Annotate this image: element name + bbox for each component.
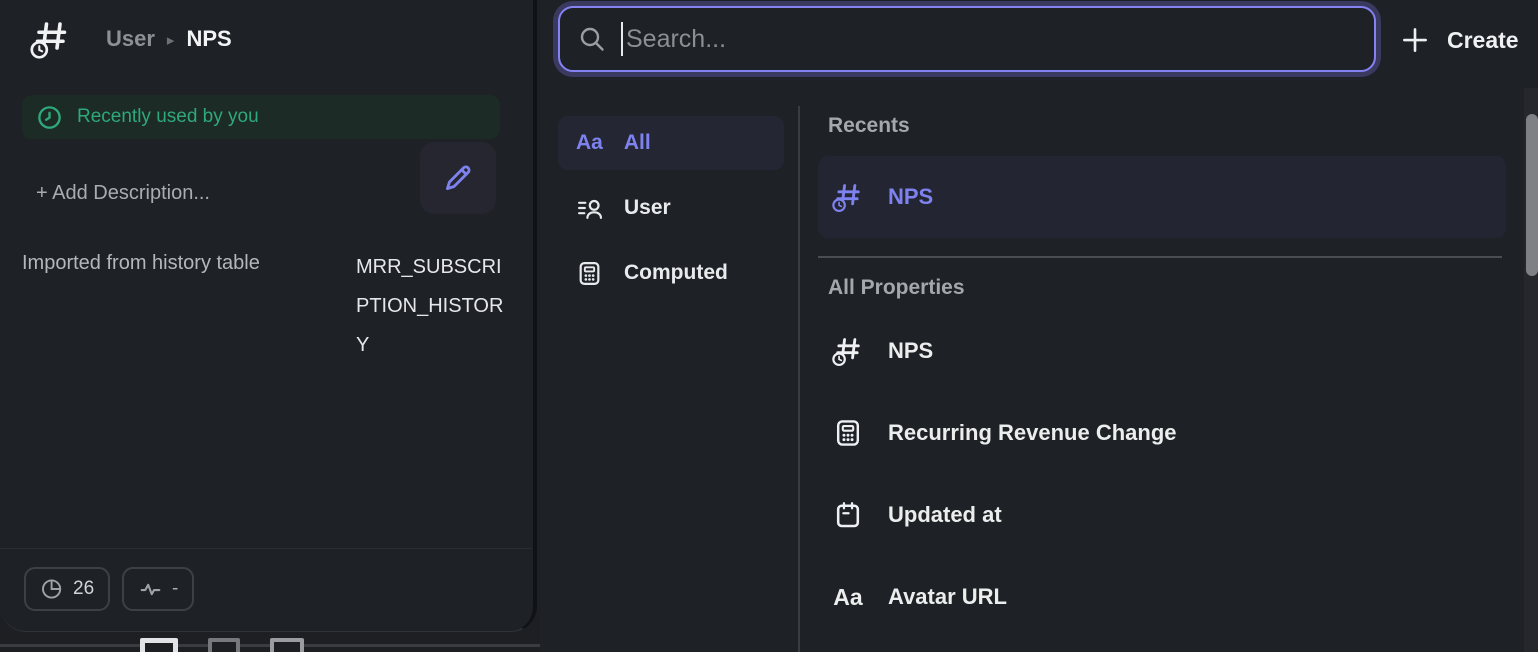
property-item-avatar-url[interactable]: Aa Avatar URL <box>818 556 1506 638</box>
number-history-icon <box>832 181 864 213</box>
property-item-recurring-revenue-change[interactable]: Recurring Revenue Change <box>818 392 1506 474</box>
pencil-icon <box>441 161 475 195</box>
tab-all-label: All <box>624 131 651 155</box>
property-item-updated-at[interactable]: Updated at <box>818 474 1506 556</box>
tab-user-label: User <box>624 196 671 220</box>
clock-icon <box>36 104 63 131</box>
imported-from-value: MRR_SUBSCRIPTION_HISTORY <box>356 248 514 365</box>
property-item-label: Avatar URL <box>888 584 1007 610</box>
trend-button[interactable]: - <box>122 567 194 611</box>
recently-used-label: Recently used by you <box>77 106 259 128</box>
breadcrumb-parent[interactable]: User <box>106 26 155 52</box>
panel-divider <box>798 106 800 652</box>
filter-tabs: Aa All User Computed <box>558 116 784 300</box>
edit-button[interactable] <box>420 142 496 214</box>
property-detail-panel: User ▸ NPS Recently used by you + Add De… <box>0 0 537 632</box>
property-list: NPS Recurring Revenue Change <box>818 310 1506 638</box>
search-input[interactable]: Search... <box>626 25 726 54</box>
section-divider <box>818 256 1502 258</box>
add-description-button[interactable]: + Add Description... <box>36 182 210 205</box>
usage-count-value: 26 <box>73 578 94 600</box>
background-column-icon <box>140 638 178 652</box>
property-item-label: NPS <box>888 338 933 364</box>
create-button[interactable]: Create <box>1400 16 1538 64</box>
number-history-icon <box>832 335 864 367</box>
recents-header: Recents <box>828 112 1506 140</box>
recent-item-label: NPS <box>888 184 933 210</box>
background-column-icon <box>208 638 240 652</box>
tab-computed-label: Computed <box>624 261 728 285</box>
calculator-icon <box>832 418 864 448</box>
number-history-icon <box>30 18 72 60</box>
pie-chart-icon <box>40 577 64 601</box>
calendar-icon <box>832 500 864 530</box>
all-properties-header: All Properties <box>828 274 1506 302</box>
text-caret <box>621 22 623 56</box>
results-list: Recents NPS All Properties NPS <box>818 112 1506 638</box>
text-type-icon: Aa <box>832 584 864 611</box>
scrollbar-thumb[interactable] <box>1526 114 1538 276</box>
breadcrumb-current: NPS <box>186 26 231 52</box>
property-item-nps[interactable]: NPS <box>818 310 1506 392</box>
search-bar[interactable]: Search... <box>558 6 1376 72</box>
imported-from-label: Imported from history table <box>22 248 260 365</box>
tab-all[interactable]: Aa All <box>558 116 784 170</box>
trend-value: - <box>172 578 178 600</box>
chevron-right-icon: ▸ <box>167 29 175 49</box>
usage-count-button[interactable]: 26 <box>24 567 110 611</box>
tab-user[interactable]: User <box>558 181 784 235</box>
breadcrumb: User ▸ NPS <box>106 26 232 52</box>
recent-item-nps[interactable]: NPS <box>818 156 1506 238</box>
panel-footer: 26 - <box>0 548 533 632</box>
calculator-icon <box>576 260 603 287</box>
tab-computed[interactable]: Computed <box>558 246 784 300</box>
background-page <box>0 630 540 652</box>
activity-pulse-icon <box>138 577 163 602</box>
panel-header: User ▸ NPS <box>30 18 232 60</box>
recently-used-badge: Recently used by you <box>22 95 500 139</box>
user-list-icon <box>576 195 603 222</box>
property-item-label: Recurring Revenue Change <box>888 420 1177 446</box>
imported-from-row: Imported from history table MRR_SUBSCRIP… <box>22 248 514 365</box>
create-button-label: Create <box>1447 27 1519 54</box>
plus-icon <box>1400 25 1430 55</box>
property-item-label: Updated at <box>888 502 1002 528</box>
search-icon <box>578 25 606 53</box>
background-column-icon <box>270 638 304 652</box>
text-type-icon: Aa <box>576 131 603 155</box>
